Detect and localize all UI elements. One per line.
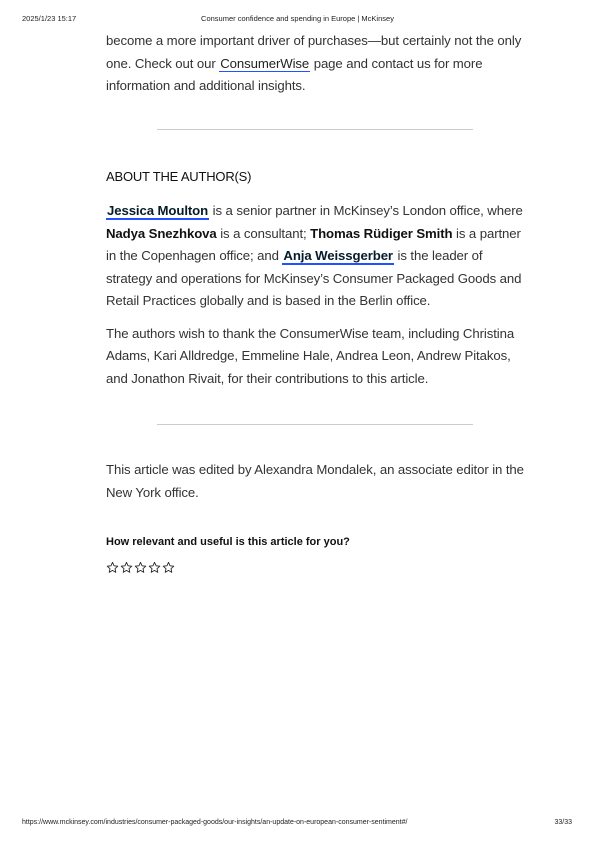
- print-url: https://www.mckinsey.com/industries/cons…: [22, 819, 408, 826]
- bio-text: is a consultant;: [216, 225, 311, 241]
- print-page-title: Consumer confidence and spending in Euro…: [201, 14, 394, 23]
- star-rating: [106, 561, 175, 574]
- intro-paragraph: become a more important driver of purcha…: [106, 30, 526, 98]
- acknowledgements: The authors wish to thank the ConsumerWi…: [106, 325, 515, 386]
- editor-note-section: This article was edited by Alexandra Mon…: [106, 459, 526, 504]
- authors-section: Jessica Moulton is a senior partner in M…: [106, 200, 526, 390]
- page-number: 33/33: [554, 819, 572, 826]
- star-icon[interactable]: [120, 561, 133, 574]
- author-link-anja-weissgerber[interactable]: Anja Weissgerber: [282, 248, 394, 265]
- author-name-thomas-smith: Thomas Rüdiger Smith: [310, 225, 453, 241]
- rating-question: How relevant and useful is this article …: [106, 536, 350, 548]
- star-icon[interactable]: [148, 561, 161, 574]
- editor-note: This article was edited by Alexandra Mon…: [106, 462, 524, 500]
- section-divider: [157, 129, 473, 130]
- consumerwise-link[interactable]: ConsumerWise: [219, 55, 311, 72]
- bio-text: is a senior partner in McKinsey’s London…: [209, 203, 523, 218]
- about-authors-heading: ABOUT THE AUTHOR(S): [106, 169, 252, 184]
- star-icon[interactable]: [106, 561, 119, 574]
- author-name-nadya-snezhkova: Nadya Snezhkova: [106, 225, 217, 241]
- authors-bio: Jessica Moulton is a senior partner in M…: [106, 200, 526, 313]
- author-link-jessica-moulton[interactable]: Jessica Moulton: [106, 203, 210, 220]
- star-icon[interactable]: [162, 561, 175, 574]
- star-icon[interactable]: [134, 561, 147, 574]
- section-divider: [157, 424, 473, 425]
